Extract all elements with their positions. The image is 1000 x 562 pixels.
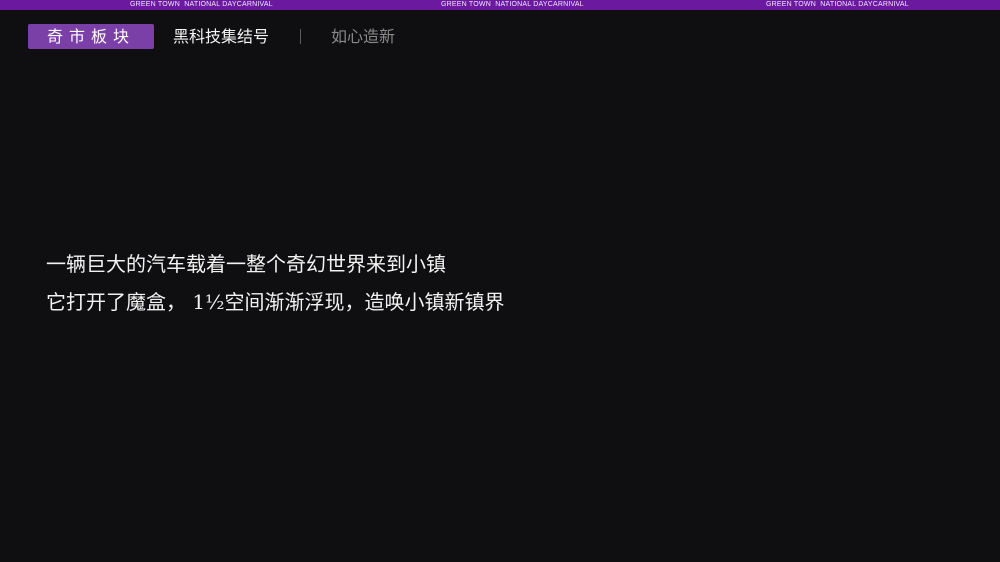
tab-heikeji-jijiehao[interactable]: 黑科技集结号 bbox=[173, 24, 269, 49]
intro-line-1: 一辆巨大的汽车载着一整个奇幻世界来到小镇 bbox=[46, 252, 446, 276]
top-banner: GREEN TOWN NATIONAL DAYCARNIVAL GREEN TO… bbox=[0, 0, 1000, 10]
tab-ruxin-zaoxin[interactable]: 如心造新 bbox=[331, 24, 395, 49]
banner-text: GREEN TOWN NATIONAL DAYCARNIVAL bbox=[130, 1, 273, 8]
banner-text: GREEN TOWN NATIONAL DAYCARNIVAL bbox=[441, 1, 584, 8]
banner-text: GREEN TOWN NATIONAL DAYCARNIVAL bbox=[766, 1, 909, 8]
intro-line-2: 它打开了魔盒， 1½空间渐渐浮现，造唤小镇新镇界 bbox=[46, 290, 505, 314]
tab-qishi-bankuai[interactable]: 奇市板块 bbox=[28, 24, 154, 49]
nav-divider bbox=[300, 29, 301, 44]
